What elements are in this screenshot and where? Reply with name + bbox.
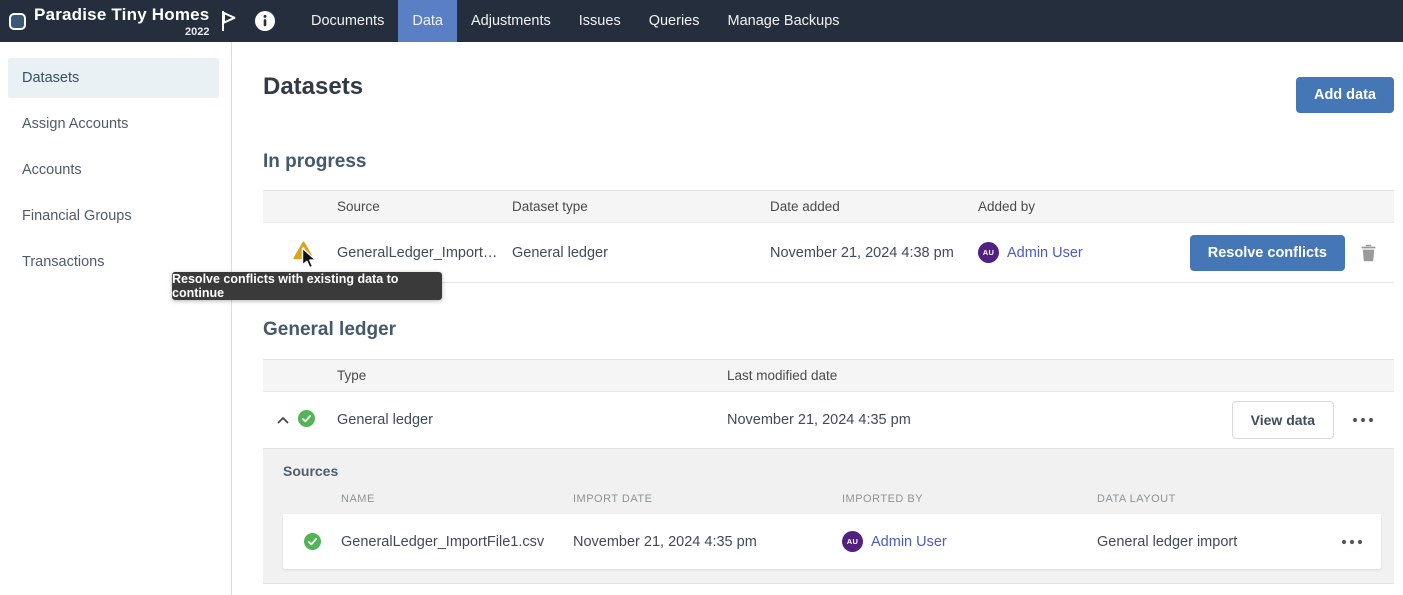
- sidebar-item-assign-accounts[interactable]: Assign Accounts: [8, 104, 219, 144]
- col-dataset-type: Dataset type: [512, 199, 770, 214]
- source-row: GeneralLedger_ImportFile1.csv November 2…: [283, 514, 1381, 569]
- in-progress-table-header: Source Dataset type Date added Added by: [263, 191, 1394, 223]
- col-last-modified: Last modified date: [727, 368, 1394, 383]
- nav-item-queries[interactable]: Queries: [635, 0, 714, 42]
- trash-icon[interactable]: [1361, 244, 1376, 262]
- sidebar: Datasets Assign Accounts Accounts Financ…: [0, 42, 232, 595]
- sources-panel: Sources NAME IMPORT DATE IMPORTED BY DAT…: [263, 448, 1394, 583]
- col-type: Type: [337, 368, 727, 383]
- general-ledger-table-header: Type Last modified date: [263, 360, 1394, 392]
- flag-icon[interactable]: [217, 9, 239, 33]
- imported-by-user-link[interactable]: Admin User: [871, 534, 947, 550]
- resolve-conflicts-button[interactable]: Resolve conflicts: [1190, 235, 1345, 271]
- sidebar-item-accounts[interactable]: Accounts: [8, 150, 219, 190]
- app-logo-icon: [9, 13, 26, 30]
- avatar: AU: [842, 531, 863, 552]
- sources-table-header: NAME IMPORT DATE IMPORTED BY DATA LAYOUT: [283, 487, 1381, 511]
- brand-year: 2022: [185, 26, 209, 38]
- gl-last-modified-value: November 21, 2024 4:35 pm: [727, 412, 1232, 428]
- source-name: GeneralLedger_Import…: [337, 245, 512, 261]
- general-ledger-row: General ledger November 21, 2024 4:35 pm…: [263, 392, 1394, 448]
- more-options-icon[interactable]: [1341, 539, 1381, 545]
- col-date-added: Date added: [770, 199, 978, 214]
- main-nav: Documents Data Adjustments Issues Querie…: [297, 0, 854, 42]
- chevron-up-icon[interactable]: [277, 412, 289, 428]
- avatar: AU: [978, 242, 999, 263]
- more-options-icon[interactable]: [1352, 417, 1374, 423]
- nav-item-issues[interactable]: Issues: [565, 0, 635, 42]
- source-file-name: GeneralLedger_ImportFile1.csv: [341, 534, 573, 550]
- col-imported-by: IMPORTED BY: [842, 493, 1097, 505]
- nav-item-data[interactable]: Data: [398, 0, 457, 42]
- col-added-by: Added by: [978, 199, 1394, 214]
- info-icon[interactable]: [255, 11, 275, 31]
- date-added-value: November 21, 2024 4:38 pm: [770, 245, 978, 261]
- source-data-layout: General ledger import: [1097, 534, 1341, 550]
- main-content: Datasets Add data In progress Source Dat…: [233, 42, 1403, 595]
- col-import-date: IMPORT DATE: [573, 493, 842, 505]
- source-import-date: November 21, 2024 4:35 pm: [573, 534, 842, 550]
- top-bar: Paradise Tiny Homes 2022 Documents Data …: [0, 0, 1403, 42]
- general-ledger-heading: General ledger: [263, 319, 1394, 341]
- nav-item-manage-backups[interactable]: Manage Backups: [713, 0, 853, 42]
- nav-item-documents[interactable]: Documents: [297, 0, 398, 42]
- nav-item-adjustments[interactable]: Adjustments: [457, 0, 565, 42]
- sidebar-item-datasets[interactable]: Datasets: [8, 58, 219, 98]
- in-progress-table: Source Dataset type Date added Added by …: [263, 190, 1394, 283]
- tooltip: Resolve conflicts with existing data to …: [172, 272, 442, 300]
- add-data-button[interactable]: Add data: [1296, 77, 1394, 113]
- col-name: NAME: [341, 493, 573, 505]
- sources-heading: Sources: [283, 463, 1381, 479]
- col-source: Source: [337, 199, 512, 214]
- added-by-user-link[interactable]: Admin User: [1007, 245, 1083, 261]
- brand-title: Paradise Tiny Homes: [34, 5, 209, 25]
- view-data-button[interactable]: View data: [1232, 401, 1334, 439]
- dataset-type-value: General ledger: [512, 245, 770, 261]
- page-title: Datasets: [263, 73, 363, 101]
- in-progress-heading: In progress: [263, 151, 1394, 173]
- general-ledger-table: Type Last modified date General ledger N…: [263, 359, 1394, 584]
- sidebar-item-financial-groups[interactable]: Financial Groups: [8, 196, 219, 236]
- gl-type-value: General ledger: [337, 412, 727, 428]
- success-check-icon: [298, 410, 315, 431]
- warning-icon[interactable]: [293, 241, 314, 264]
- success-check-icon: [283, 533, 341, 550]
- brand: Paradise Tiny Homes 2022: [0, 0, 205, 42]
- col-data-layout: DATA LAYOUT: [1097, 493, 1341, 505]
